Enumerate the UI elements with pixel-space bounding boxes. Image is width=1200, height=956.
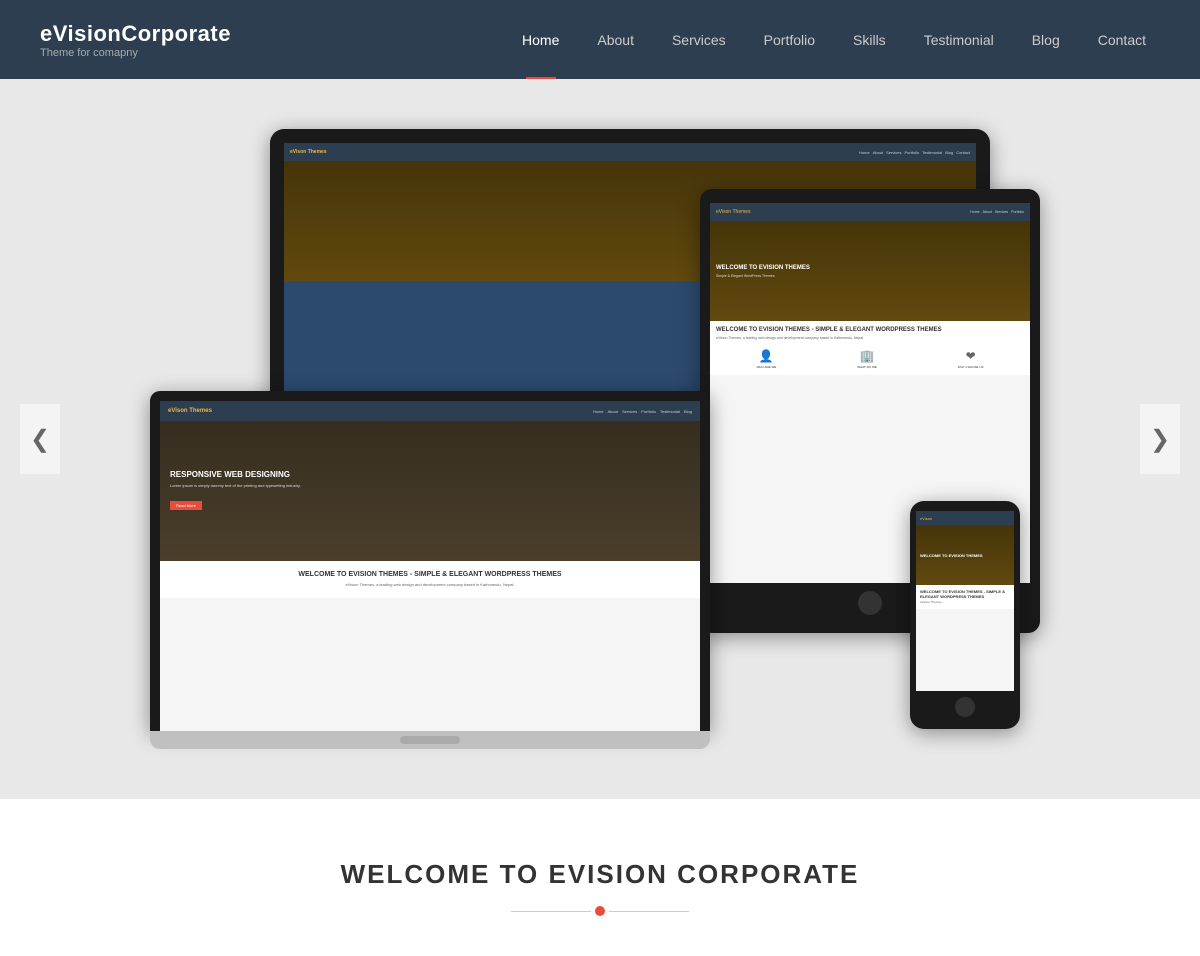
laptop-welcome-text: eVision Themes, a leading web design and… xyxy=(170,582,690,588)
divider-line-left xyxy=(511,911,591,912)
desktop-mini-link: About xyxy=(873,150,883,155)
brand-tagline: Theme for comapny xyxy=(40,47,231,59)
laptop-mini-link: Home xyxy=(593,409,604,414)
phone-welcome-title: WELCOME TO EVISION THEMES - SIMPLE & ELE… xyxy=(920,589,1010,599)
tablet-mini-hero: WELCOME TO EVISION THEMES Simple & Elega… xyxy=(710,221,1030,321)
laptop-mini-para: Lorem ipsum is simply dummy text of the … xyxy=(170,483,301,488)
phone-home-button xyxy=(955,697,975,717)
nav-contact[interactable]: Contact xyxy=(1084,0,1160,79)
desktop-mini-link: Services xyxy=(886,150,901,155)
nav-testimonial[interactable]: Testimonial xyxy=(910,0,1008,79)
why-icon: ❤ xyxy=(958,349,984,363)
laptop-mini-nav: eVison Themes Home About Services Portfo… xyxy=(160,401,700,421)
laptop-mini-btn: Read More xyxy=(170,501,202,510)
phone-text: eVision Themes... xyxy=(920,601,1010,605)
tablet-hero-text: WELCOME TO EVISION THEMES Simple & Elega… xyxy=(716,265,810,278)
nav-blog[interactable]: Blog xyxy=(1018,0,1074,79)
tablet-hero-subtitle: Simple & Elegant WordPress Themes xyxy=(716,274,810,278)
carousel-next-button[interactable]: ❯ xyxy=(1140,404,1180,474)
tablet-mini-logo: eVison Themes xyxy=(716,209,751,215)
phone-mini-hero: WELCOME TO EVISION THEMES xyxy=(916,525,1014,585)
nav-links: Home About Services Portfolio Skills Tes… xyxy=(508,0,1160,79)
desktop-mini-link: Home xyxy=(859,150,870,155)
laptop-body: eVison Themes Home About Services Portfo… xyxy=(150,391,710,731)
nav-portfolio[interactable]: Portfolio xyxy=(750,0,829,79)
nav-services[interactable]: Services xyxy=(658,0,740,79)
desktop-mini-logo: eVison Themes xyxy=(290,149,327,155)
phone-device: eVison WELCOME TO EVISION THEMES WELCOME… xyxy=(910,501,1020,729)
who-label: WHO ARE WE xyxy=(756,365,776,369)
laptop-screen: eVison Themes Home About Services Portfo… xyxy=(160,401,700,731)
tablet-mini-link: Home xyxy=(970,210,979,214)
laptop-base xyxy=(150,731,710,749)
divider-dot xyxy=(595,906,605,916)
desktop-mini-link: Blog xyxy=(945,150,953,155)
tablet-hero-title: WELCOME TO EVISION THEMES xyxy=(716,265,810,271)
tablet-mini-link: Portfolio xyxy=(1011,210,1024,214)
brand: eVisionCorporate Theme for comapny xyxy=(40,21,231,59)
who-icon: 👤 xyxy=(756,349,776,363)
tablet-icons: 👤 WHO ARE WE 🏢 WHAT DO WE ❤ WHY CHOOSE U… xyxy=(716,349,1024,369)
welcome-title: WELCOME TO EVISION CORPORATE xyxy=(20,859,1180,890)
welcome-section: WELCOME TO EVISION CORPORATE xyxy=(0,799,1200,956)
laptop-mini-hero: RESPONSIVE WEB DESIGNING Lorem ipsum is … xyxy=(160,421,700,561)
desktop-mini-link: Testimonial xyxy=(922,150,942,155)
phone-mini-logo: eVison xyxy=(920,516,932,521)
tablet-welcome-title: WELCOME TO EVISION THEMES - SIMPLE & ELE… xyxy=(716,327,1024,333)
nav-home[interactable]: Home xyxy=(508,0,573,79)
laptop-mini-links: Home About Services Portfolio Testimonia… xyxy=(593,409,692,414)
laptop-welcome-title: WELCOME TO EVISION THEMES - SIMPLE & ELE… xyxy=(170,571,690,578)
main-nav: eVisionCorporate Theme for comapny Home … xyxy=(0,0,1200,79)
laptop-mini-link: Testimonial xyxy=(660,409,680,414)
laptop-welcome: WELCOME TO EVISION THEMES - SIMPLE & ELE… xyxy=(160,561,700,598)
laptop-mini-link: Blog xyxy=(684,409,692,414)
tablet-icon-what: 🏢 WHAT DO WE xyxy=(857,349,877,369)
desktop-mini-nav: eVison Themes Home About Services Portfo… xyxy=(284,143,976,161)
desktop-mini-links: Home About Services Portfolio Testimonia… xyxy=(859,150,970,155)
phone-content: WELCOME TO EVISION THEMES - SIMPLE & ELE… xyxy=(916,585,1014,609)
hero-section: ❮ eVison Themes Home About Services Port… xyxy=(0,79,1200,799)
tablet-text: eVision Themes, a leading web design and… xyxy=(716,336,1024,341)
tablet-mini-nav: eVison Themes Home About Services Portfo… xyxy=(710,203,1030,221)
tablet-home-button xyxy=(858,591,882,615)
tablet-icon-who: 👤 WHO ARE WE xyxy=(756,349,776,369)
laptop-mini-logo: eVison Themes xyxy=(168,408,212,414)
tablet-mini-link: Services xyxy=(995,210,1008,214)
phone-hero-text: WELCOME TO EVISION THEMES xyxy=(920,553,983,558)
what-icon: 🏢 xyxy=(857,349,877,363)
laptop-mini-title: RESPONSIVE WEB DESIGNING xyxy=(170,470,301,479)
tablet-icon-why: ❤ WHY CHOOSE US xyxy=(958,349,984,369)
why-label: WHY CHOOSE US xyxy=(958,365,984,369)
what-label: WHAT DO WE xyxy=(857,365,877,369)
divider-line-right xyxy=(609,911,689,912)
nav-about[interactable]: About xyxy=(583,0,648,79)
desktop-mini-link: Contact xyxy=(956,150,970,155)
phone-screen: eVison WELCOME TO EVISION THEMES WELCOME… xyxy=(916,511,1014,691)
phone-mini-nav: eVison xyxy=(916,511,1014,525)
nav-skills[interactable]: Skills xyxy=(839,0,900,79)
welcome-divider xyxy=(20,906,1180,916)
devices-container: eVison Themes Home About Services Portfo… xyxy=(150,129,1050,749)
phone-body: eVison WELCOME TO EVISION THEMES WELCOME… xyxy=(910,501,1020,729)
tablet-mini-links: Home About Services Portfolio xyxy=(970,210,1024,214)
tablet-mini-link: About xyxy=(983,210,992,214)
desktop-mini-link: Portfolio xyxy=(904,150,919,155)
carousel-prev-button[interactable]: ❮ xyxy=(20,404,60,474)
laptop-mini-link: About xyxy=(607,409,617,414)
laptop-device: eVison Themes Home About Services Portfo… xyxy=(150,391,710,749)
laptop-mini-link: Portfolio xyxy=(641,409,656,414)
laptop-mini-hero-text: RESPONSIVE WEB DESIGNING Lorem ipsum is … xyxy=(170,470,301,512)
laptop-mini-link: Services xyxy=(622,409,637,414)
brand-name: eVisionCorporate xyxy=(40,21,231,47)
tablet-content: WELCOME TO EVISION THEMES - SIMPLE & ELE… xyxy=(710,321,1030,375)
